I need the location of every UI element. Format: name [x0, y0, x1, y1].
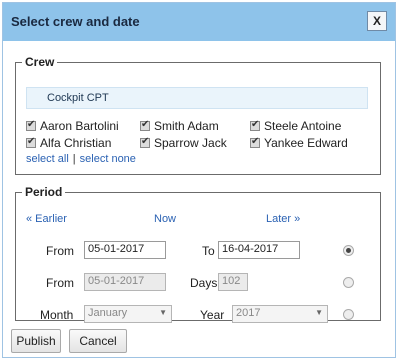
year-select[interactable]: 2017 ▼: [232, 305, 328, 323]
now-link[interactable]: Now: [154, 213, 176, 225]
range-radio[interactable]: [343, 245, 354, 256]
checkbox-icon[interactable]: [26, 119, 36, 131]
period-legend: Period: [25, 185, 63, 199]
to-label: To: [202, 244, 215, 258]
checkbox-icon[interactable]: [140, 119, 150, 131]
crew-member-label: Smith Adam: [154, 119, 219, 133]
publish-button[interactable]: Publish: [11, 329, 61, 353]
later-link[interactable]: Later »: [266, 213, 300, 225]
dialog-title: Select crew and date: [11, 14, 140, 29]
days-label: Days: [190, 276, 218, 290]
month-year-radio[interactable]: [343, 309, 354, 320]
crew-member-label: Sparrow Jack: [154, 136, 227, 150]
year-select-value: 2017: [236, 307, 261, 319]
dialog-titlebar: Select crew and date X: [3, 3, 395, 41]
from-date-input[interactable]: 05-01-2017: [84, 241, 166, 259]
from-label: From: [46, 244, 74, 258]
crew-group-label: Cockpit CPT: [47, 92, 109, 104]
cancel-button[interactable]: Cancel: [69, 329, 127, 353]
checkbox-icon[interactable]: [140, 136, 150, 148]
crew-group-cockpit[interactable]: Cockpit CPT: [26, 87, 368, 109]
select-crew-dialog: Select crew and date X Crew Cockpit CPT …: [2, 2, 396, 358]
checkbox-icon[interactable]: [26, 136, 36, 148]
to-date-input[interactable]: 16-04-2017: [218, 241, 300, 259]
days-radio[interactable]: [343, 277, 354, 288]
period-fieldset: Period « Earlier Now Later » From 05-01-…: [15, 185, 381, 323]
select-none-link[interactable]: select none: [80, 153, 136, 165]
checkbox-icon[interactable]: [250, 119, 260, 131]
crew-member-aaron-bartolini[interactable]: Aaron Bartolini: [26, 119, 119, 135]
crew-legend: Crew: [25, 55, 55, 69]
crew-member-label: Steele Antoine: [264, 119, 342, 133]
selection-links: select all | select none: [26, 153, 136, 165]
checkbox-icon[interactable]: [250, 136, 260, 148]
month-select-value: January: [88, 307, 128, 319]
month-label: Month: [40, 308, 74, 322]
crew-member-steele-antoine[interactable]: Steele Antoine: [250, 119, 341, 135]
crew-member-smith-adam[interactable]: Smith Adam: [140, 119, 219, 135]
crew-fieldset: Crew Cockpit CPT Aaron Bartolini Smith A…: [15, 55, 381, 175]
chevron-down-icon: ▼: [159, 308, 167, 317]
crew-member-sparrow-jack[interactable]: Sparrow Jack: [140, 136, 227, 152]
month-select[interactable]: January ▼: [84, 305, 172, 323]
crew-member-alfa-christian[interactable]: Alfa Christian: [26, 136, 111, 152]
crew-member-label: Aaron Bartolini: [40, 119, 119, 133]
crew-member-yankee-edward[interactable]: Yankee Edward: [250, 136, 348, 152]
link-separator: |: [72, 153, 76, 165]
close-button[interactable]: X: [367, 11, 387, 31]
crew-member-label: Yankee Edward: [264, 136, 348, 150]
earlier-link[interactable]: « Earlier: [26, 213, 67, 225]
from-label-days: From: [46, 276, 74, 290]
from-date-days-input[interactable]: 05-01-2017: [84, 273, 166, 291]
year-label: Year: [200, 308, 225, 322]
select-all-link[interactable]: select all: [26, 153, 69, 165]
days-input[interactable]: 102: [218, 273, 248, 291]
chevron-down-icon: ▼: [315, 308, 323, 317]
crew-member-label: Alfa Christian: [40, 136, 112, 150]
